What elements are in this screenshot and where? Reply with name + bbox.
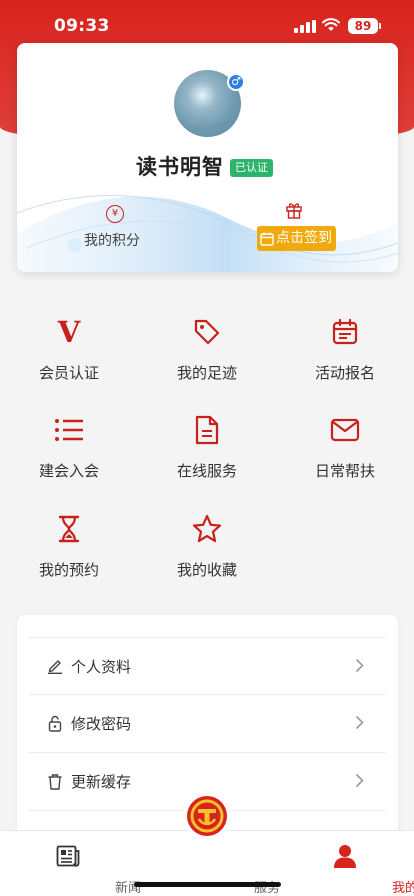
tag-icon [138,315,276,349]
calendar-check-icon [260,232,274,246]
trash-icon [48,774,62,790]
list-icon [0,413,138,447]
grid-my-appointments[interactable]: 我的预约 [0,512,138,580]
grid-my-footprint[interactable]: 我的足迹 [138,315,276,383]
grid-label: 日常帮扶 [314,462,375,480]
checkin-label: 点击签到 [276,230,332,246]
chevron-right-icon [355,773,364,788]
battery-icon: 89 [348,18,381,34]
grid-label: 活动报名 [314,364,375,382]
calendar-icon [276,315,414,349]
checkin-button[interactable]: 点击签到 [257,226,336,251]
cellular-signal-icon [294,20,316,33]
union-emblem-icon[interactable] [183,792,231,840]
grid-my-favorites[interactable]: 我的收藏 [138,512,276,580]
grid-label: 建会入会 [38,462,99,480]
settings-label: 更新缓存 [71,773,132,791]
grid-online-service[interactable]: 在线服务 [138,413,276,481]
person-icon [334,845,356,868]
tab-news[interactable]: 新闻 [8,831,141,896]
grid-label: 在线服务 [176,462,237,480]
points-icon[interactable]: ¥ [106,205,124,223]
lock-icon [48,715,62,732]
username: 读书明智 [136,155,224,179]
settings-row-profile[interactable]: 个人资料 [29,638,386,694]
edit-icon [48,660,62,674]
grid-label: 会员认证 [38,364,99,382]
status-time: 09:33 [54,16,110,36]
gift-icon[interactable] [285,201,303,219]
tab-label: 我的 [391,881,414,896]
grid-label: 我的收藏 [176,561,237,579]
decorative-wave [17,195,398,272]
star-icon [138,512,276,546]
grid-event-signup[interactable]: 活动报名 [276,315,414,383]
chevron-right-icon [355,715,364,730]
grid-label: 我的足迹 [176,364,237,382]
profile-card: ♂ 读书明智 已认证 ¥ 我的积分 点击签到 [17,43,398,272]
grid-label: 我的预约 [38,561,99,579]
tab-mine[interactable]: 我的 [285,831,414,896]
grid-join-union[interactable]: 建会入会 [0,413,138,481]
mail-icon [276,413,414,447]
my-points-link[interactable]: 我的积分 [84,230,140,250]
settings-row-password[interactable]: 修改密码 [29,695,386,751]
wifi-icon [322,18,340,31]
hourglass-icon [0,512,138,546]
settings-label: 修改密码 [71,715,132,733]
settings-label: 个人资料 [71,658,132,676]
member-v-icon: V [57,315,81,349]
grid-daily-assistance[interactable]: 日常帮扶 [276,413,414,481]
verified-badge: 已认证 [230,159,273,177]
male-icon: ♂ [227,73,245,91]
document-icon [138,413,276,447]
home-indicator [134,882,281,887]
grid-member-verify[interactable]: V 会员认证 [0,315,138,383]
chevron-right-icon [355,658,364,673]
newspaper-icon [56,845,80,867]
